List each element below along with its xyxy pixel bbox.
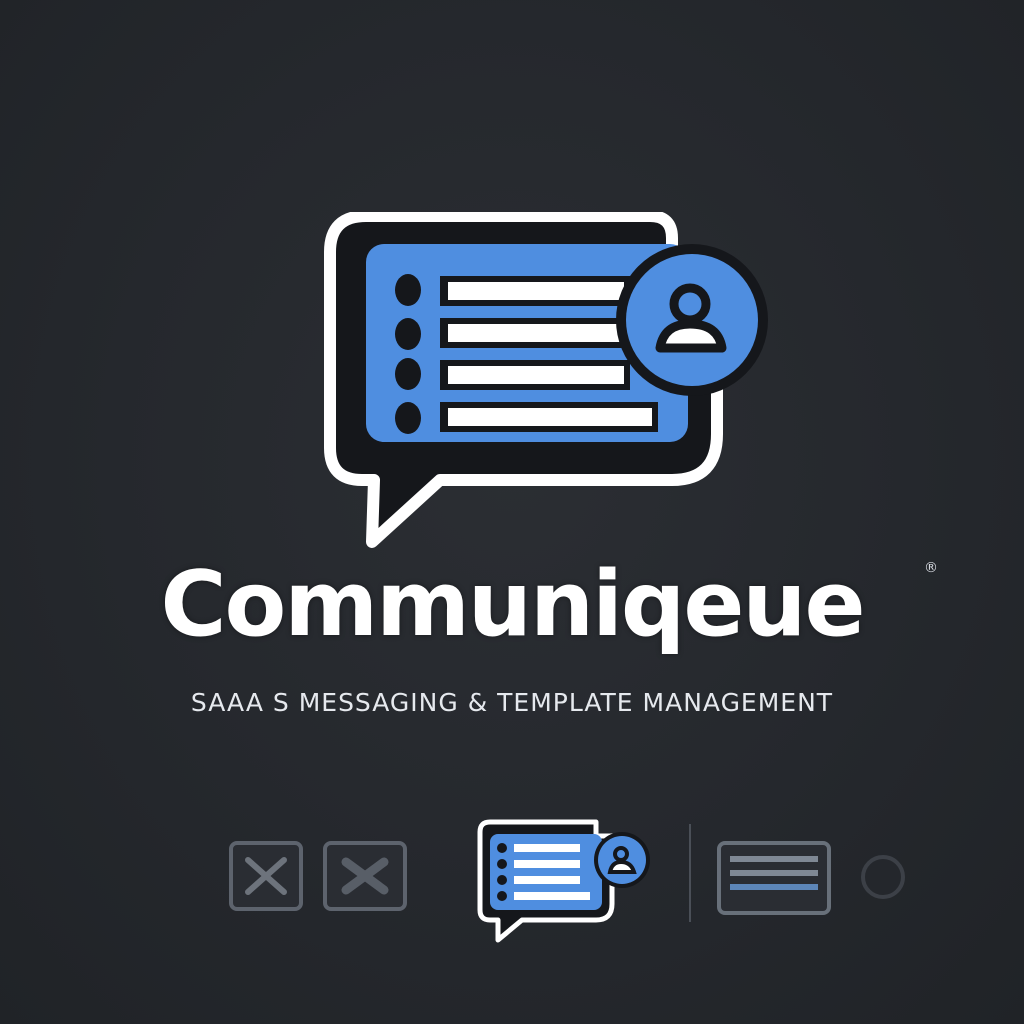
brand-wordmark: Communiqeue — [160, 552, 865, 657]
close-x-icon — [229, 841, 303, 911]
chat-template-user-icon — [324, 212, 768, 548]
circle-icon — [861, 855, 905, 899]
registered-mark: ® — [924, 560, 938, 576]
close-x-icon — [323, 841, 407, 911]
brand-canvas: Communiqeue ® SAAA S MESSAGING & TEMPLAT… — [0, 0, 1024, 1024]
chat-template-user-icon — [477, 819, 650, 943]
template-list-icon — [717, 841, 831, 915]
divider — [689, 824, 691, 922]
brand-tagline: SAAA S MESSAGING & TEMPLATE MANAGEMENT — [190, 688, 834, 717]
